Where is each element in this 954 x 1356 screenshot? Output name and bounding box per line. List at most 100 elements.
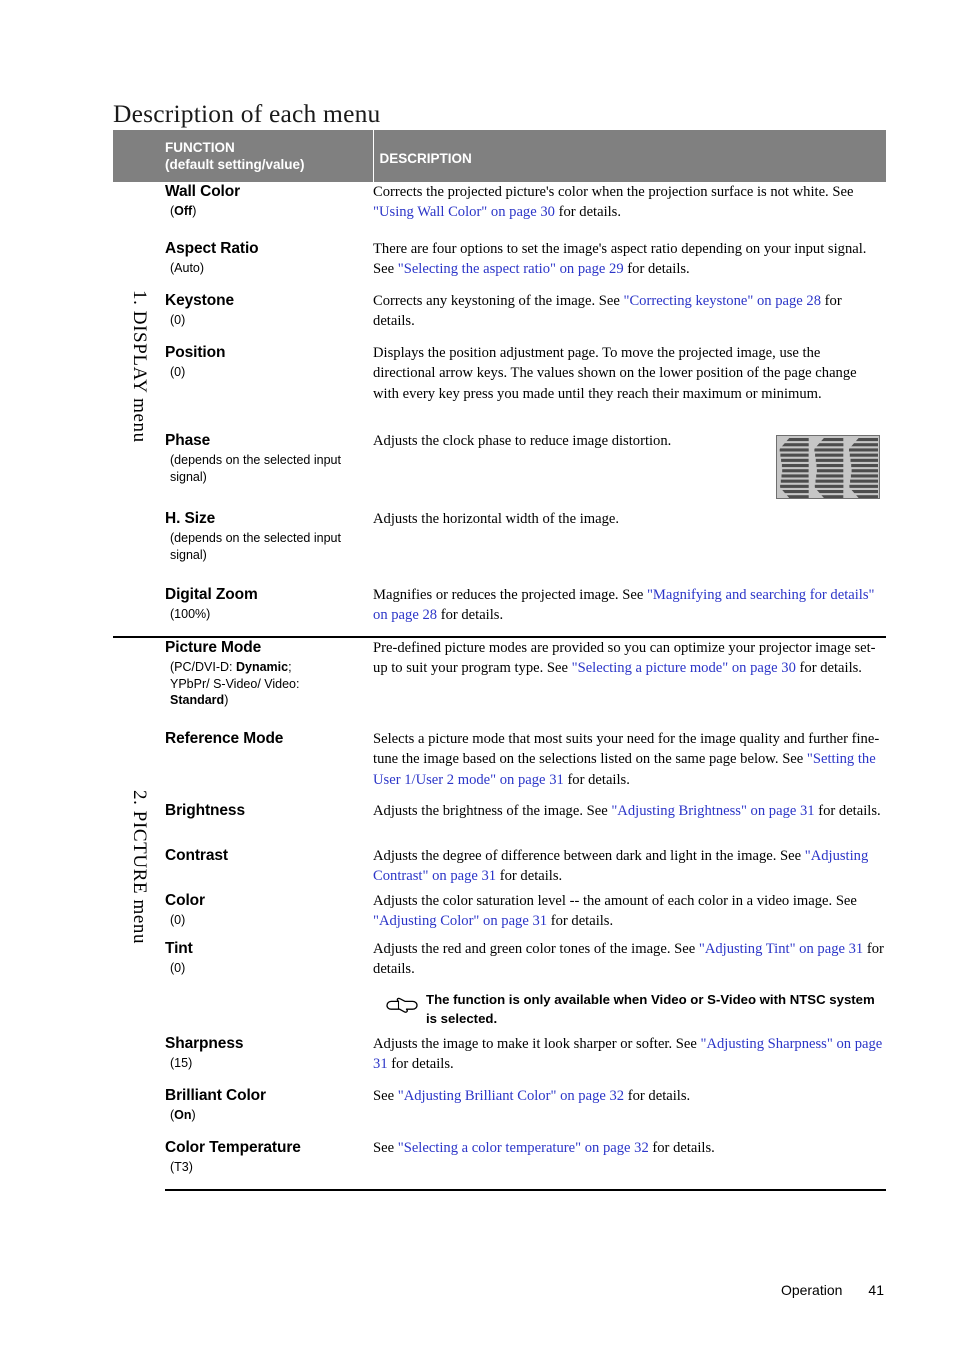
header-function-line2: (default setting/value) — [165, 157, 305, 173]
description-text: Adjusts the image to make it look sharpe… — [373, 1035, 883, 1073]
header-function-cell: FUNCTION (default setting/value) — [113, 130, 374, 182]
description-cell: Corrects any keystoning of the image. Se… — [373, 291, 886, 343]
cross-reference-link[interactable]: "Adjusting Sharpness" on page 31 — [373, 1036, 882, 1073]
cross-reference-link[interactable]: "Setting the User 1/User 2 mode" on page… — [373, 751, 876, 788]
cross-reference-link[interactable]: "Selecting the aspect ratio" on page 29 — [398, 261, 624, 277]
function-cell: Sharpness (15) — [165, 1034, 373, 1086]
function-name: Aspect Ratio — [165, 239, 259, 257]
function-default-value: (On) — [170, 1108, 196, 1123]
description-text: Pre-defined picture modes are provided s… — [373, 639, 876, 677]
description-cell: Adjusts the red and green color tones of… — [373, 939, 886, 1034]
document-page: Description of each menu 1. DISPLAY menu… — [0, 0, 954, 1356]
function-name: Color Temperature — [165, 1138, 301, 1156]
table-row: Brightness Adjusts the brightness of the … — [113, 801, 886, 846]
description-text: Corrects the projected picture's color w… — [373, 183, 854, 221]
cross-reference-link[interactable]: "Adjusting Brilliant Color" on page 32 — [398, 1088, 624, 1104]
cross-reference-link[interactable]: "Adjusting Color" on page 31 — [373, 913, 547, 929]
header-description-cell: DESCRIPTION — [373, 130, 887, 182]
function-cell: Brilliant Color (On) — [165, 1086, 373, 1138]
description-cell: Corrects the projected picture's color w… — [373, 182, 886, 239]
description-cell: Adjusts the clock phase to reduce image … — [373, 431, 886, 509]
function-cell: Aspect Ratio (Auto) — [165, 239, 373, 291]
table-row: Reference Mode Selects a picture mode tha… — [113, 729, 886, 801]
description-text: See "Adjusting Brilliant Color" on page … — [373, 1087, 691, 1104]
function-name: Brightness — [165, 801, 245, 819]
side-column-picture — [113, 635, 165, 1190]
function-cell: Contrast — [165, 846, 373, 891]
table-row: Tint (0) Adjusts the red and green color t… — [113, 939, 886, 1034]
function-cell: H. Size (depends on the selected input si… — [165, 509, 373, 585]
table-row: H. Size (depends on the selected input si… — [113, 509, 886, 585]
description-cell: Adjusts the brightness of the image. See… — [373, 801, 886, 846]
function-name: Sharpness — [165, 1034, 244, 1052]
function-default-value: (15) — [170, 1056, 193, 1071]
description-cell: There are four options to set the image'… — [373, 239, 886, 291]
cross-reference-link[interactable]: "Selecting a color temperature" on page … — [398, 1140, 649, 1156]
menu-description-table: FUNCTION (default setting/value) DESCRIP… — [113, 130, 887, 1191]
table-row: Wall Color (Off) Corrects the projected pi… — [113, 182, 886, 239]
function-default-value: (0) — [170, 365, 186, 380]
description-cell: Magnifies or reduces the projected image… — [373, 585, 886, 637]
function-cell: Digital Zoom (100%) — [165, 585, 373, 637]
function-cell: Keystone (0) — [165, 291, 373, 343]
description-text: There are four options to set the image'… — [373, 240, 867, 278]
function-name: Color — [165, 891, 205, 909]
function-name: Contrast — [165, 846, 228, 864]
description-cell: Adjusts the color saturation level -- th… — [373, 891, 886, 939]
table-row: Picture Mode (PC/DVI-D: Dynamic; YPbPr/ S-… — [113, 635, 887, 1190]
function-name: Tint — [165, 939, 193, 957]
function-name: Digital Zoom — [165, 585, 258, 603]
description-cell: Pre-defined picture modes are provided s… — [373, 635, 887, 729]
cross-reference-link[interactable]: "Adjusting Brightness" on page 31 — [611, 803, 814, 819]
table-row: Aspect Ratio (Auto) There are four options… — [113, 239, 886, 291]
table-row: Contrast Adjusts the degree of difference… — [113, 846, 886, 891]
table-row: Keystone (0) Corrects any keystoning of th… — [113, 291, 886, 343]
phase-pattern-thumbnail — [776, 434, 881, 499]
side-column-display — [113, 182, 165, 637]
function-cell: Color Temperature (T3) — [165, 1137, 374, 1191]
function-name: Reference Mode — [165, 729, 284, 747]
description-cell: See "Selecting a color temperature" on p… — [373, 1137, 887, 1191]
description-cell: Adjusts the image to make it look sharpe… — [373, 1034, 886, 1086]
function-cell: Picture Mode (PC/DVI-D: Dynamic; YPbPr/ S-… — [165, 635, 374, 729]
description-cell: Selects a picture mode that most suits y… — [373, 729, 886, 801]
function-name: Brilliant Color — [165, 1086, 266, 1104]
function-cell: Color (0) — [165, 891, 373, 939]
cross-reference-link[interactable]: "Correcting keystone" on page 28 — [623, 293, 821, 309]
description-cell: Displays the position adjustment page. T… — [373, 343, 886, 431]
function-default-value: (0) — [170, 313, 186, 328]
cross-reference-link[interactable]: "Using Wall Color" on page 30 — [373, 204, 555, 220]
function-default-value: (depends on the selected input signal) — [170, 531, 341, 562]
table-row: Position (0) Displays the position adjustm… — [113, 343, 886, 431]
table-header-row: FUNCTION (default setting/value) DESCRIP… — [113, 130, 887, 182]
table-row: Phase (depends on the selected input sign… — [113, 431, 886, 509]
function-name: Wall Color — [165, 182, 241, 200]
table-row: Color Temperature (T3) See "Selecting a co… — [113, 1137, 887, 1191]
table-row: Sharpness (15) Adjusts the image to make i… — [113, 1034, 886, 1086]
function-default-value: (PC/DVI-D: Dynamic; YPbPr/ S-Video/ Video… — [170, 660, 300, 708]
cross-reference-link[interactable]: "Selecting a picture mode" on page 30 — [572, 660, 796, 676]
function-cell: Reference Mode — [165, 729, 373, 801]
function-default-value: (100%) — [170, 607, 211, 622]
cross-reference-link[interactable]: "Magnifying and searching for details" o… — [373, 587, 874, 624]
function-name: Position — [165, 343, 226, 361]
description-text: Displays the position adjustment page. T… — [373, 344, 857, 402]
function-default-value: (T3) — [170, 1160, 193, 1175]
table-row: Digital Zoom (100%) Magnifies or reduces t… — [113, 585, 886, 637]
cross-reference-link[interactable]: "Adjusting Tint" on page 31 — [699, 941, 863, 957]
function-cell: Tint (0) — [165, 939, 373, 1034]
description-text: Adjusts the brightness of the image. See… — [373, 802, 881, 819]
footer-page-number: 41 — [868, 1282, 884, 1298]
function-name: Phase — [165, 431, 211, 449]
description-text: Magnifies or reduces the projected image… — [373, 586, 875, 624]
function-cell: Position (0) — [165, 343, 373, 431]
function-cell: Phase (depends on the selected input sign… — [165, 431, 373, 509]
menu-description-table-wrapper: FUNCTION (default setting/value) DESCRIP… — [113, 130, 887, 1191]
description-text: Adjusts the degree of difference between… — [373, 847, 869, 885]
page-title: Description of each menu — [113, 99, 381, 129]
function-default-value: (Off) — [170, 204, 197, 219]
cross-reference-link[interactable]: "Adjusting Contrast" on page 31 — [373, 848, 868, 885]
description-text: Selects a picture mode that most suits y… — [373, 730, 880, 788]
header-function-line1: FUNCTION — [165, 140, 235, 155]
page-footer: Operation 41 — [781, 1282, 884, 1298]
